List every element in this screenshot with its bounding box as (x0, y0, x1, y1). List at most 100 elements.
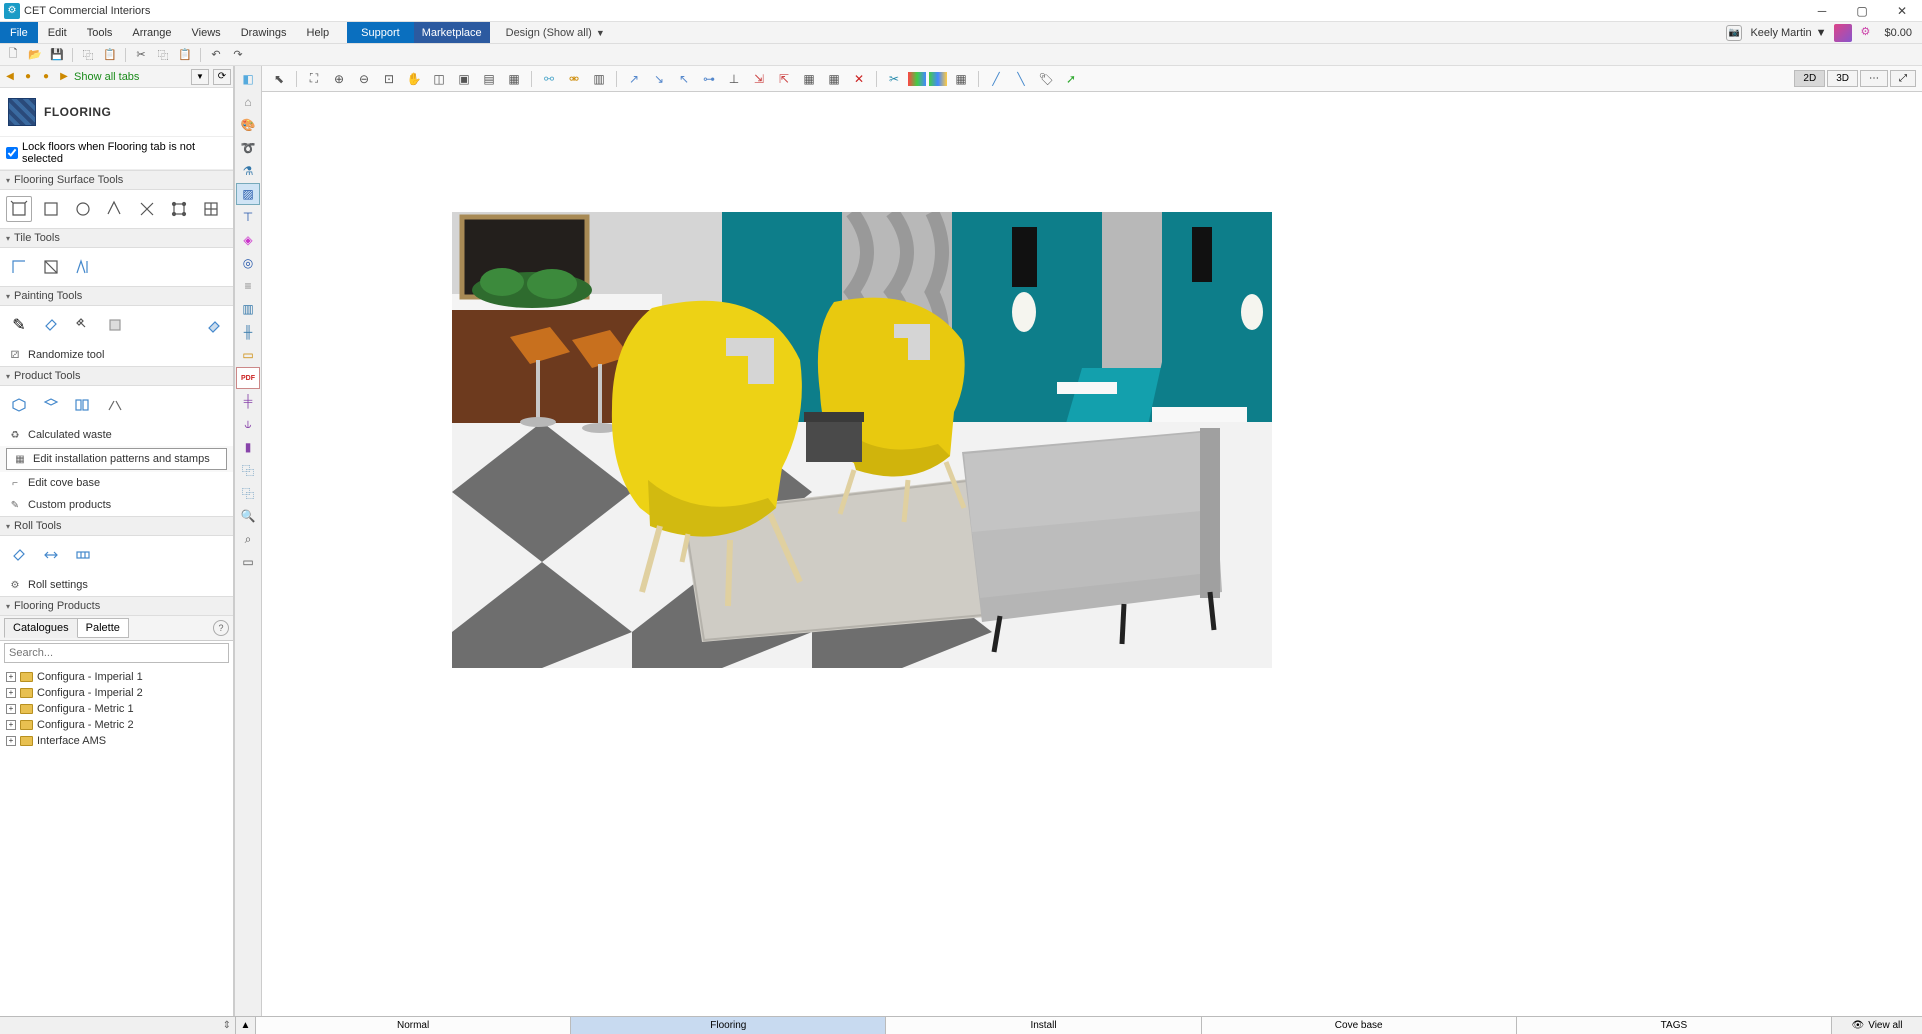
zoom-window-icon[interactable]: ◫ (428, 69, 450, 89)
paint-bucket[interactable] (38, 312, 64, 338)
resize-handle[interactable]: ⇕ (0, 1017, 236, 1034)
randomize-tool-link[interactable]: ⚂ Randomize tool (0, 344, 233, 366)
drawing-canvas[interactable] (262, 92, 1922, 1016)
paint-hammer[interactable] (70, 312, 96, 338)
menu-support[interactable]: Support (347, 22, 414, 43)
vstrip-flask-icon[interactable]: ⚗ (236, 160, 260, 182)
camera-icon[interactable]: 📷 (1726, 25, 1742, 41)
cursor-icon[interactable]: ⬉ (268, 69, 290, 89)
paint-eraser[interactable] (201, 312, 227, 338)
surface-tool-6[interactable] (166, 196, 192, 222)
catalog-help-icon[interactable]: ? (213, 620, 229, 636)
new-file-icon[interactable]: 🗋 (4, 47, 22, 63)
calc-waste-link[interactable]: ♻Calculated waste (0, 424, 233, 446)
nav-dot2-icon[interactable]: ● (38, 69, 54, 85)
copy-icon[interactable]: ⿻ (79, 47, 97, 63)
view-2d-button[interactable]: 2D (1794, 70, 1825, 87)
roll-tool-1[interactable] (6, 542, 32, 568)
line1-icon[interactable]: ╱ (985, 69, 1007, 89)
panel-roll-tools[interactable]: ▾Roll Tools (0, 516, 233, 536)
settings-gear-icon[interactable]: ⚙ (1860, 25, 1876, 41)
paste-icon[interactable]: 📋 (101, 47, 119, 63)
window-minimize-button[interactable]: ─ (1802, 0, 1842, 22)
menu-drawings[interactable]: Drawings (231, 22, 297, 43)
scissors-icon[interactable]: ✂ (883, 69, 905, 89)
product-tool-3[interactable] (70, 392, 96, 418)
product-tool-4[interactable] (102, 392, 128, 418)
vstrip-zoom-icon[interactable]: ⌕ (236, 528, 260, 550)
surface-tool-3[interactable] (70, 196, 96, 222)
panel-flooring-products[interactable]: ▾Flooring Products (0, 596, 233, 616)
green-arrow-icon[interactable]: ➚ (1060, 69, 1082, 89)
vstrip-flooring-icon[interactable]: ▨ (236, 183, 260, 205)
view-3d-button[interactable]: 3D (1827, 70, 1858, 87)
vstrip-palette-icon[interactable]: 🎨 (236, 114, 260, 136)
tree-node[interactable]: +Configura - Imperial 1 (6, 669, 227, 685)
block3-icon[interactable]: ▦ (950, 69, 972, 89)
menu-tools[interactable]: Tools (77, 22, 123, 43)
dim2-icon[interactable]: ⇱ (773, 69, 795, 89)
surface-tool-5[interactable] (134, 196, 160, 222)
vstrip-search-icon[interactable]: 🔍 (236, 505, 260, 527)
block-icon[interactable]: ▦ (798, 69, 820, 89)
nav-forward-icon[interactable]: ▶ (56, 69, 72, 85)
paint-pencil[interactable]: ✎ (6, 312, 32, 338)
vstrip-pdf-icon[interactable]: PDF (236, 367, 260, 389)
tile-tool-1[interactable] (6, 254, 32, 280)
undo-icon[interactable]: ↶ (207, 47, 225, 63)
vstrip-layers-icon[interactable]: ≡ (236, 275, 260, 297)
select-rect-icon[interactable]: ⛶ (303, 69, 325, 89)
custom-products-link[interactable]: ✎Custom products (0, 494, 233, 516)
zoom-out-icon[interactable]: ⊖ (353, 69, 375, 89)
vstrip-diamond-icon[interactable]: ◈ (236, 229, 260, 251)
surface-tool-2[interactable] (38, 196, 64, 222)
vstrip-rope-icon[interactable]: ➰ (236, 137, 260, 159)
vstrip-purple1-icon[interactable]: ╪ (236, 390, 260, 412)
product-tool-2[interactable] (38, 392, 64, 418)
menu-help[interactable]: Help (297, 22, 340, 43)
design-dropdown[interactable]: Design (Show all) ▼ (496, 22, 615, 43)
grid-icon[interactable]: ▦ (503, 69, 525, 89)
product-tool-1[interactable] (6, 392, 32, 418)
vstrip-copy1-icon[interactable]: ⿻ (236, 459, 260, 481)
bottom-tab-install[interactable]: Install (886, 1017, 1201, 1034)
zoom-in-icon[interactable]: ⊕ (328, 69, 350, 89)
tabs-dropdown[interactable]: ▼ (191, 69, 209, 85)
surface-tool-7[interactable] (198, 196, 224, 222)
catalog-search-input[interactable] (4, 643, 229, 663)
link-icon[interactable]: ⚯ (538, 69, 560, 89)
vstrip-tshape-icon[interactable]: ⊤ (236, 206, 260, 228)
bottom-tab-tags[interactable]: TAGS (1517, 1017, 1832, 1034)
panel-painting-tools[interactable]: ▾Painting Tools (0, 286, 233, 306)
cut-icon[interactable]: ✂ (132, 47, 150, 63)
lock-floors-row[interactable]: Lock floors when Flooring tab is not sel… (0, 137, 233, 170)
edit-patterns-link[interactable]: ▦Edit installation patterns and stamps (6, 448, 227, 470)
save-icon[interactable]: 💾 (48, 47, 66, 63)
lock-floors-checkbox[interactable] (6, 147, 18, 159)
tree-node[interactable]: +Configura - Imperial 2 (6, 685, 227, 701)
vstrip-sheet-icon[interactable]: ▭ (236, 344, 260, 366)
tab-palette[interactable]: Palette (78, 618, 129, 638)
zoom-fit-icon[interactable]: ⊡ (378, 69, 400, 89)
vstrip-cube-icon[interactable]: ◧ (236, 68, 260, 90)
vstrip-purple3-icon[interactable]: ▮ (236, 436, 260, 458)
view-expand-button[interactable]: ⤢ (1890, 70, 1916, 87)
block2-icon[interactable]: ▦ (823, 69, 845, 89)
user-avatar[interactable] (1834, 24, 1852, 42)
roll-settings-link[interactable]: ⚙Roll settings (0, 574, 233, 596)
menu-views[interactable]: Views (182, 22, 231, 43)
expand-up-button[interactable]: ▲ (236, 1017, 256, 1034)
tile-tool-2[interactable] (38, 254, 64, 280)
arrow-tool3-icon[interactable]: ↖ (673, 69, 695, 89)
perp-icon[interactable]: ⊥ (723, 69, 745, 89)
paint-rect[interactable] (102, 312, 128, 338)
pan-hand-icon[interactable]: ✋ (403, 69, 425, 89)
tree-node[interactable]: +Configura - Metric 2 (6, 717, 227, 733)
redo-icon[interactable]: ↷ (229, 47, 247, 63)
unlink-icon[interactable]: ⚮ (563, 69, 585, 89)
vstrip-copy2-icon[interactable]: ⿻ (236, 482, 260, 504)
tree-node[interactable]: +Interface AMS (6, 733, 227, 749)
vstrip-building-icon[interactable]: ▥ (236, 298, 260, 320)
menu-arrange[interactable]: Arrange (122, 22, 181, 43)
menu-edit[interactable]: Edit (38, 22, 77, 43)
